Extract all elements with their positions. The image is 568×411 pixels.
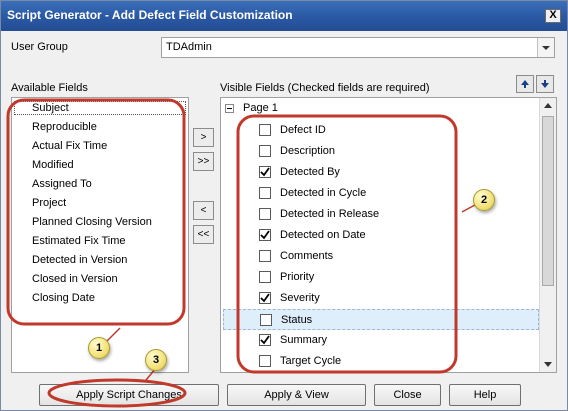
- apply-script-changes-button[interactable]: Apply Script Changes: [39, 384, 219, 406]
- visible-field-row[interactable]: Summary: [223, 330, 539, 351]
- visible-field-row[interactable]: Target Cycle: [223, 351, 539, 372]
- list-item[interactable]: Closed in Version: [32, 273, 118, 285]
- checkbox[interactable]: [259, 229, 271, 241]
- list-item[interactable]: Planned Closing Version: [32, 216, 152, 228]
- callout-badge-3: 3: [145, 349, 167, 371]
- vertical-scrollbar[interactable]: [539, 98, 556, 372]
- move-down-button[interactable]: [536, 75, 554, 93]
- callout-badge-1: 1: [88, 337, 110, 359]
- visible-field-row[interactable]: Defect ID: [223, 120, 539, 141]
- field-label: Comments: [280, 250, 334, 262]
- field-label: Detected By: [280, 166, 340, 178]
- visible-fields-tree[interactable]: Page 1 Defect ID Description Detected By…: [220, 97, 557, 373]
- list-item[interactable]: Modified: [32, 159, 74, 171]
- list-item[interactable]: Project: [32, 197, 66, 209]
- checkbox[interactable]: [259, 166, 271, 178]
- close-button[interactable]: Close: [374, 384, 441, 406]
- list-item[interactable]: Estimated Fix Time: [32, 235, 126, 247]
- check-icon: [260, 293, 270, 303]
- available-fields-label: Available Fields: [11, 82, 88, 94]
- close-window-button[interactable]: X: [545, 9, 561, 23]
- list-item[interactable]: Closing Date: [32, 292, 95, 304]
- visible-field-row[interactable]: Description: [223, 141, 539, 162]
- scroll-up-icon[interactable]: [540, 98, 556, 114]
- title-bar: Script Generator - Add Defect Field Cust…: [1, 1, 567, 31]
- checkbox[interactable]: [260, 314, 272, 326]
- field-label: Detected in Cycle: [280, 187, 367, 199]
- check-icon: [260, 167, 270, 177]
- page-node-label: Page 1: [243, 102, 278, 114]
- list-item[interactable]: Reproducible: [32, 121, 97, 133]
- arrow-down-icon: [541, 80, 549, 88]
- field-label: Target Cycle: [280, 355, 342, 367]
- field-label: Summary: [280, 334, 328, 346]
- visible-field-row[interactable]: Priority: [223, 267, 539, 288]
- field-label: Status: [281, 314, 313, 326]
- field-label: Priority: [280, 271, 315, 283]
- add-field-button[interactable]: >: [193, 128, 214, 147]
- checkbox[interactable]: [259, 208, 271, 220]
- user-group-select[interactable]: TDAdmin: [161, 37, 555, 58]
- checkbox[interactable]: [259, 334, 271, 346]
- help-button[interactable]: Help: [449, 384, 521, 406]
- arrow-up-icon: [521, 80, 529, 88]
- remove-field-button[interactable]: <: [193, 201, 214, 220]
- list-item[interactable]: Subject: [14, 101, 186, 115]
- check-icon: [260, 335, 270, 345]
- user-group-label: User Group: [11, 41, 68, 53]
- chevron-down-icon[interactable]: [537, 38, 554, 57]
- apply-and-view-button[interactable]: Apply & View: [227, 384, 366, 406]
- field-label: Detected on Date: [280, 229, 366, 241]
- checkbox[interactable]: [259, 355, 271, 367]
- add-all-fields-button[interactable]: >>: [193, 152, 214, 171]
- scroll-down-icon[interactable]: [540, 356, 556, 372]
- checkbox[interactable]: [259, 124, 271, 136]
- visible-field-row[interactable]: Detected By: [223, 162, 539, 183]
- field-label: Description: [280, 145, 336, 157]
- visible-field-row[interactable]: Status: [223, 309, 539, 330]
- checkbox[interactable]: [259, 187, 271, 199]
- field-label: Defect ID: [280, 124, 326, 136]
- remove-all-fields-button[interactable]: <<: [193, 225, 214, 244]
- field-label: Detected in Release: [280, 208, 380, 220]
- available-fields-list[interactable]: Subject Reproducible Actual Fix Time Mod…: [11, 97, 189, 373]
- callout-badge-2: 2: [473, 189, 495, 211]
- scroll-thumb[interactable]: [542, 116, 554, 286]
- checkbox[interactable]: [259, 250, 271, 262]
- window-title: Script Generator - Add Defect Field Cust…: [7, 8, 293, 22]
- visible-field-row[interactable]: Severity: [223, 288, 539, 309]
- list-item[interactable]: Detected in Version: [32, 254, 127, 266]
- check-icon: [260, 230, 270, 240]
- list-item[interactable]: Actual Fix Time: [32, 140, 107, 152]
- list-item[interactable]: Assigned To: [32, 178, 92, 190]
- checkbox[interactable]: [259, 145, 271, 157]
- visible-fields-label: Visible Fields (Checked fields are requi…: [220, 82, 430, 94]
- checkbox[interactable]: [259, 271, 271, 283]
- user-group-value: TDAdmin: [166, 41, 212, 53]
- field-label: Severity: [280, 292, 320, 304]
- move-up-button[interactable]: [516, 75, 534, 93]
- visible-field-row[interactable]: Comments: [223, 246, 539, 267]
- visible-field-row[interactable]: Detected on Date: [223, 225, 539, 246]
- collapse-icon[interactable]: [225, 104, 234, 113]
- checkbox[interactable]: [259, 292, 271, 304]
